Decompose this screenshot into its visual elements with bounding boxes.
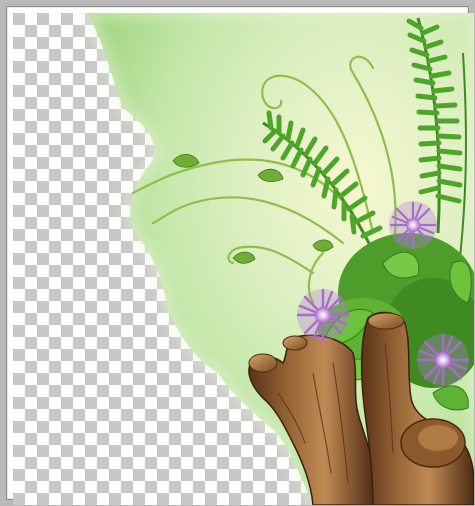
flower-right [416,333,470,387]
image-canvas [13,13,474,505]
image-frame [0,0,475,506]
flower-middle [296,288,350,342]
flower-top [389,201,437,249]
artwork [13,13,474,505]
